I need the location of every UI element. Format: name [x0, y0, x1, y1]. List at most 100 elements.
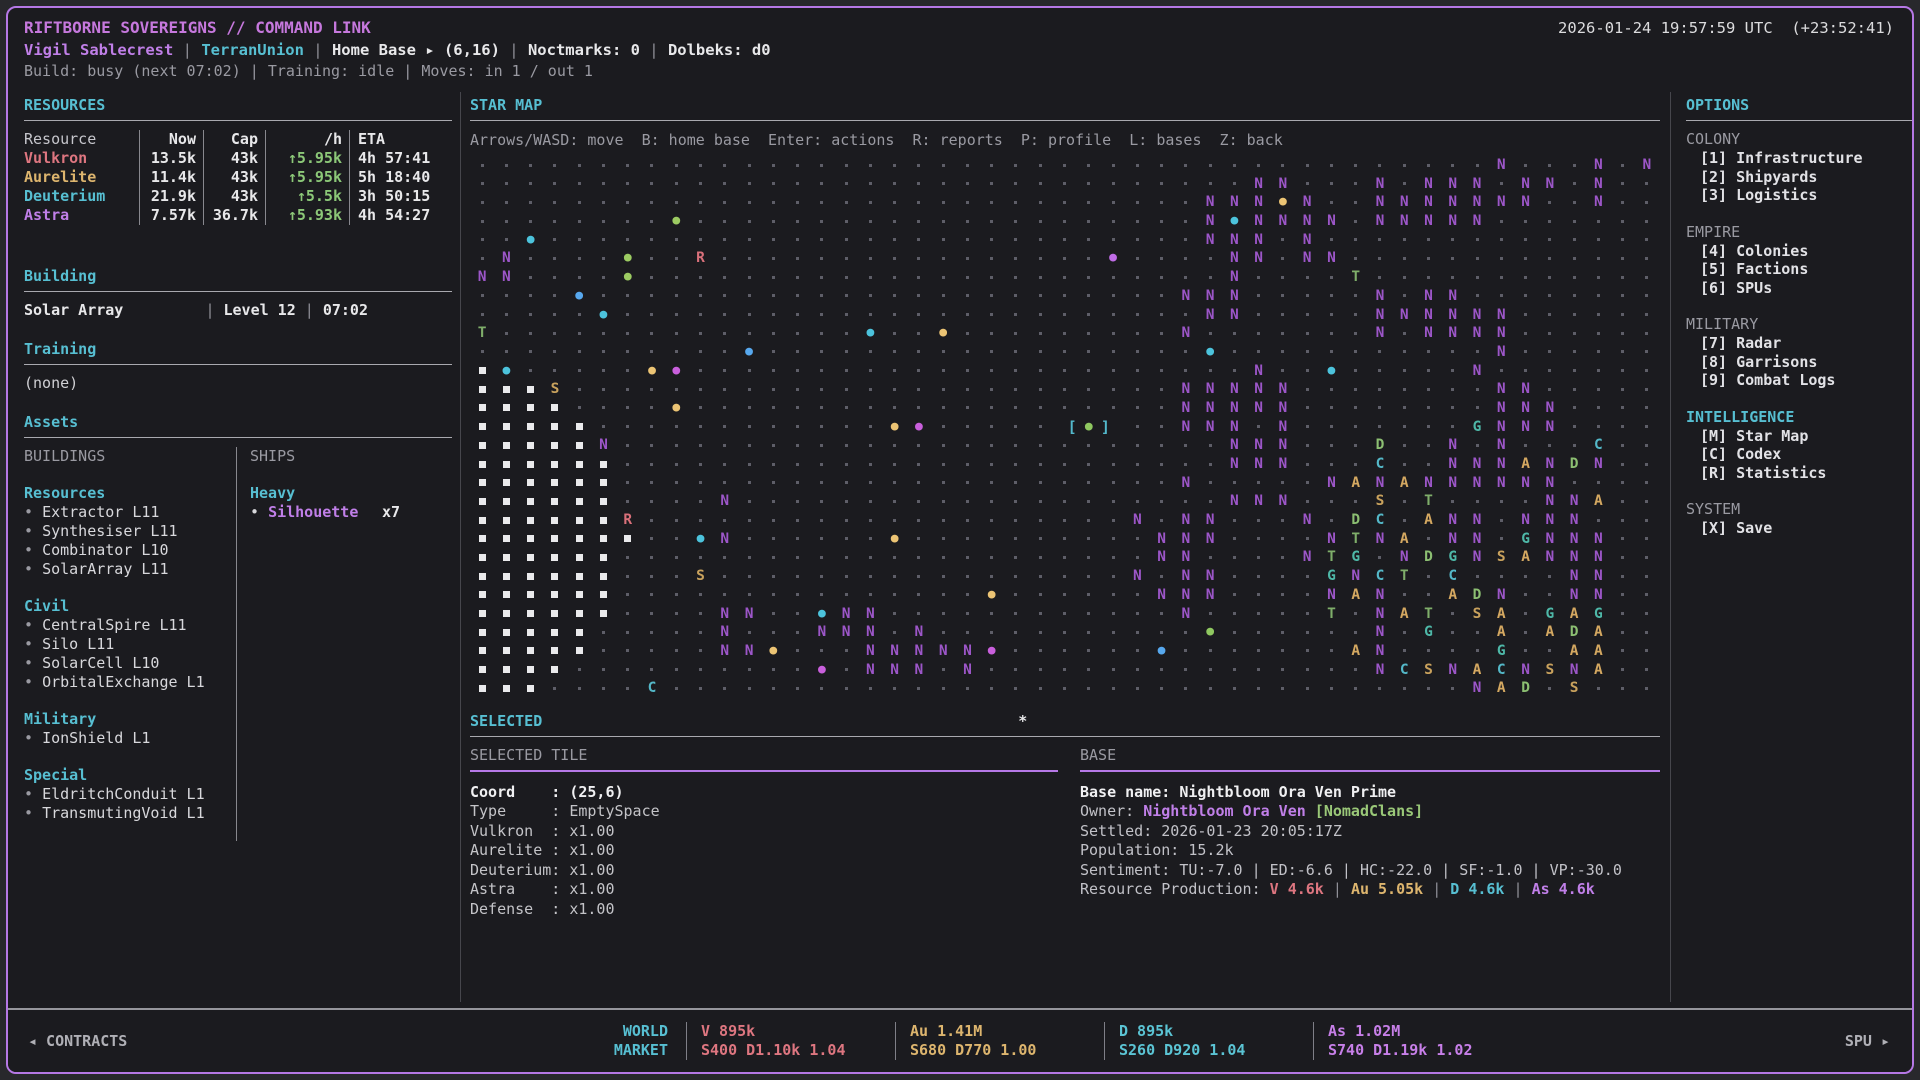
- map-cell[interactable]: [713, 567, 737, 586]
- map-cell[interactable]: [591, 231, 615, 250]
- map-cell[interactable]: [543, 362, 567, 381]
- map-cell[interactable]: [737, 567, 761, 586]
- map-cell[interactable]: [1004, 268, 1028, 287]
- map-cell[interactable]: [591, 343, 615, 362]
- map-cell[interactable]: [1077, 605, 1101, 624]
- map-cell[interactable]: [470, 249, 494, 268]
- map-cell[interactable]: N: [1465, 455, 1489, 474]
- map-cell[interactable]: [1513, 324, 1537, 343]
- map-cell[interactable]: [1610, 548, 1634, 567]
- option-item[interactable]: [C] Codex: [1686, 445, 1912, 464]
- map-cell[interactable]: [1441, 418, 1465, 437]
- map-cell[interactable]: [688, 492, 712, 511]
- map-cell[interactable]: [810, 343, 834, 362]
- map-cell[interactable]: [955, 156, 979, 175]
- map-cell[interactable]: [494, 511, 518, 530]
- map-cell[interactable]: [713, 436, 737, 455]
- star-map-grid[interactable]: NNNNNNNNNNNNNNN●NNNNNNNNN●N●NNNNNNNNN●NN…: [470, 156, 1660, 698]
- map-cell[interactable]: [810, 156, 834, 175]
- map-cell[interactable]: [1271, 324, 1295, 343]
- map-cell[interactable]: [810, 679, 834, 698]
- map-cell[interactable]: [1368, 343, 1392, 362]
- map-cell[interactable]: N: [1513, 418, 1537, 437]
- map-cell[interactable]: [1586, 287, 1610, 306]
- map-cell[interactable]: N: [1538, 511, 1562, 530]
- map-cell[interactable]: [1174, 212, 1198, 231]
- map-cell[interactable]: [737, 399, 761, 418]
- map-cell[interactable]: [1174, 436, 1198, 455]
- map-cell[interactable]: [1271, 567, 1295, 586]
- map-cell[interactable]: [955, 530, 979, 549]
- map-cell[interactable]: [1610, 193, 1634, 212]
- map-cell[interactable]: [785, 605, 809, 624]
- map-cell[interactable]: [616, 156, 640, 175]
- map-cell[interactable]: [761, 343, 785, 362]
- map-cell[interactable]: [1635, 548, 1659, 567]
- map-cell[interactable]: N: [1441, 193, 1465, 212]
- map-cell[interactable]: [980, 249, 1004, 268]
- map-cell[interactable]: [1271, 268, 1295, 287]
- map-cell[interactable]: [1319, 268, 1343, 287]
- map-cell[interactable]: [907, 492, 931, 511]
- map-cell[interactable]: [1635, 679, 1659, 698]
- map-cell[interactable]: [1149, 623, 1173, 642]
- map-cell[interactable]: N: [1368, 605, 1392, 624]
- map-cell[interactable]: [640, 642, 664, 661]
- map-cell[interactable]: [1004, 306, 1028, 325]
- map-cell[interactable]: [1295, 623, 1319, 642]
- map-cell[interactable]: [664, 380, 688, 399]
- map-cell[interactable]: [1416, 156, 1440, 175]
- map-cell[interactable]: [1149, 362, 1173, 381]
- map-cell[interactable]: [883, 175, 907, 194]
- map-cell[interactable]: N: [1247, 380, 1271, 399]
- map-cell[interactable]: N: [1319, 249, 1343, 268]
- map-cell[interactable]: [494, 324, 518, 343]
- map-cell[interactable]: [955, 436, 979, 455]
- map-cell[interactable]: [1149, 212, 1173, 231]
- map-cell[interactable]: N: [1174, 530, 1198, 549]
- map-cell[interactable]: N: [1465, 530, 1489, 549]
- map-cell[interactable]: [955, 511, 979, 530]
- map-cell[interactable]: [567, 418, 591, 437]
- map-cell[interactable]: [470, 623, 494, 642]
- map-cell[interactable]: N: [858, 623, 882, 642]
- map-cell[interactable]: N: [1222, 436, 1246, 455]
- map-cell[interactable]: [688, 193, 712, 212]
- map-cell[interactable]: [737, 212, 761, 231]
- map-cell[interactable]: [688, 605, 712, 624]
- map-cell[interactable]: [519, 586, 543, 605]
- option-item[interactable]: [R] Statistics: [1686, 464, 1912, 483]
- map-cell[interactable]: [1295, 474, 1319, 493]
- map-cell[interactable]: A: [1465, 661, 1489, 680]
- map-cell[interactable]: [1513, 231, 1537, 250]
- map-cell[interactable]: D: [1344, 511, 1368, 530]
- map-cell[interactable]: [1077, 661, 1101, 680]
- map-cell[interactable]: [688, 586, 712, 605]
- map-cell[interactable]: [1635, 623, 1659, 642]
- map-cell[interactable]: [785, 511, 809, 530]
- map-cell[interactable]: N: [907, 642, 931, 661]
- map-cell[interactable]: [1295, 418, 1319, 437]
- map-cell[interactable]: N: [1222, 306, 1246, 325]
- map-cell[interactable]: N: [883, 661, 907, 680]
- map-cell[interactable]: [519, 492, 543, 511]
- map-cell[interactable]: [567, 343, 591, 362]
- map-cell[interactable]: [567, 324, 591, 343]
- map-cell[interactable]: [1635, 175, 1659, 194]
- map-cell[interactable]: [785, 586, 809, 605]
- map-cell[interactable]: [1465, 642, 1489, 661]
- map-cell[interactable]: A: [1344, 642, 1368, 661]
- map-cell[interactable]: [1319, 623, 1343, 642]
- map-cell[interactable]: [761, 492, 785, 511]
- map-cell[interactable]: [858, 249, 882, 268]
- map-cell[interactable]: [858, 586, 882, 605]
- map-cell[interactable]: [1441, 231, 1465, 250]
- map-cell[interactable]: [955, 548, 979, 567]
- map-cell[interactable]: [1101, 156, 1125, 175]
- map-cell[interactable]: [883, 586, 907, 605]
- map-cell[interactable]: [1247, 156, 1271, 175]
- map-cell[interactable]: [1052, 661, 1076, 680]
- map-cell[interactable]: [519, 436, 543, 455]
- map-cell[interactable]: [713, 175, 737, 194]
- map-cell[interactable]: [1028, 212, 1052, 231]
